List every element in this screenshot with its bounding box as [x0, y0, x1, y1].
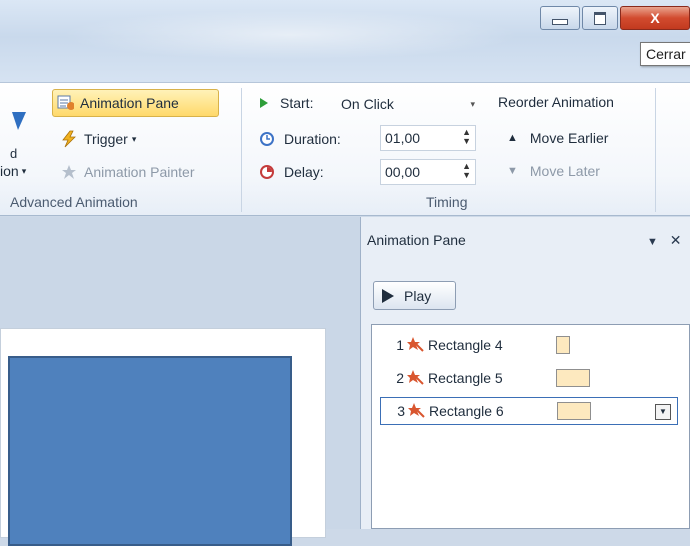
- minimize-button[interactable]: [540, 6, 580, 30]
- slide-shape-rectangle[interactable]: [8, 356, 292, 546]
- animation-pane-title: Animation Pane: [367, 232, 466, 248]
- spinner-arrows-icon[interactable]: ▲ ▼: [462, 128, 471, 146]
- item-dropdown-button[interactable]: ▼: [655, 404, 671, 420]
- move-later-button[interactable]: ▼ Move Later: [507, 163, 600, 179]
- clock-icon: [258, 130, 276, 148]
- chevron-down-icon: ▾: [21, 165, 27, 176]
- entrance-effect-star-icon: [407, 337, 424, 352]
- spinner-arrows-icon[interactable]: ▲ ▼: [462, 162, 471, 180]
- move-earlier-button[interactable]: ▲ Move Earlier: [507, 130, 608, 146]
- ribbon-separator: [241, 88, 242, 212]
- delay-label: Delay:: [258, 163, 324, 181]
- chevron-down-icon: ▾: [131, 133, 137, 144]
- close-tooltip: Cerrar: [640, 42, 690, 66]
- pane-menu-chevron-icon[interactable]: ▼: [647, 236, 658, 248]
- window-controls: X: [536, 6, 690, 36]
- close-icon: X: [650, 10, 660, 26]
- timeline-bar: [557, 402, 591, 420]
- entrance-effect-star-icon: [407, 370, 424, 385]
- timing-group-label: Timing: [426, 194, 468, 210]
- entrance-effect-star-icon: [408, 403, 425, 418]
- animation-painter-icon: [60, 163, 78, 181]
- start-label: Start:: [258, 94, 313, 112]
- triangle-down-icon: ▼: [507, 165, 518, 177]
- animation-painter-button[interactable]: Animation Painter: [60, 163, 195, 181]
- chevron-down-icon: ▾: [470, 98, 475, 109]
- lightning-icon: [60, 130, 78, 148]
- play-button[interactable]: Play: [373, 281, 456, 310]
- close-button[interactable]: X: [620, 6, 690, 30]
- reorder-animation-title: Reorder Animation: [498, 94, 614, 110]
- pane-controls: ▼ ✕: [647, 232, 682, 249]
- duration-spinner[interactable]: 01,00 ▲ ▼: [380, 125, 476, 151]
- timeline-bar: [556, 369, 590, 387]
- restore-button[interactable]: [582, 6, 618, 30]
- animation-pane-icon: [56, 94, 74, 112]
- list-item-selected[interactable]: 3 Rectangle 6 ▼: [380, 397, 678, 425]
- triangle-up-icon: ▲: [507, 132, 518, 144]
- list-item[interactable]: 1 Rectangle 4: [380, 331, 678, 359]
- ribbon-separator: [655, 88, 656, 212]
- minimize-icon: [552, 19, 568, 25]
- advanced-animation-group-label: Advanced Animation: [10, 194, 138, 210]
- list-item[interactable]: 2 Rectangle 5: [380, 364, 678, 392]
- add-animation-label-partial: d: [10, 146, 18, 161]
- play-triangle-icon: [258, 94, 270, 112]
- close-icon[interactable]: ✕: [670, 232, 682, 248]
- trigger-button[interactable]: Trigger ▾: [60, 130, 136, 148]
- play-icon: [382, 288, 394, 303]
- duration-label: Duration:: [258, 130, 341, 148]
- add-animation-button[interactable]: ion ▾: [0, 163, 26, 179]
- start-dropdown[interactable]: On Click ▾: [336, 91, 482, 117]
- timeline-bar: [556, 336, 570, 354]
- animation-pane-button[interactable]: Animation Pane: [56, 94, 179, 112]
- restore-icon: [594, 11, 606, 25]
- delay-spinner[interactable]: 00,00 ▲ ▼: [380, 159, 476, 185]
- delay-clock-icon: [258, 163, 276, 181]
- add-animation-star-icon: [12, 112, 26, 130]
